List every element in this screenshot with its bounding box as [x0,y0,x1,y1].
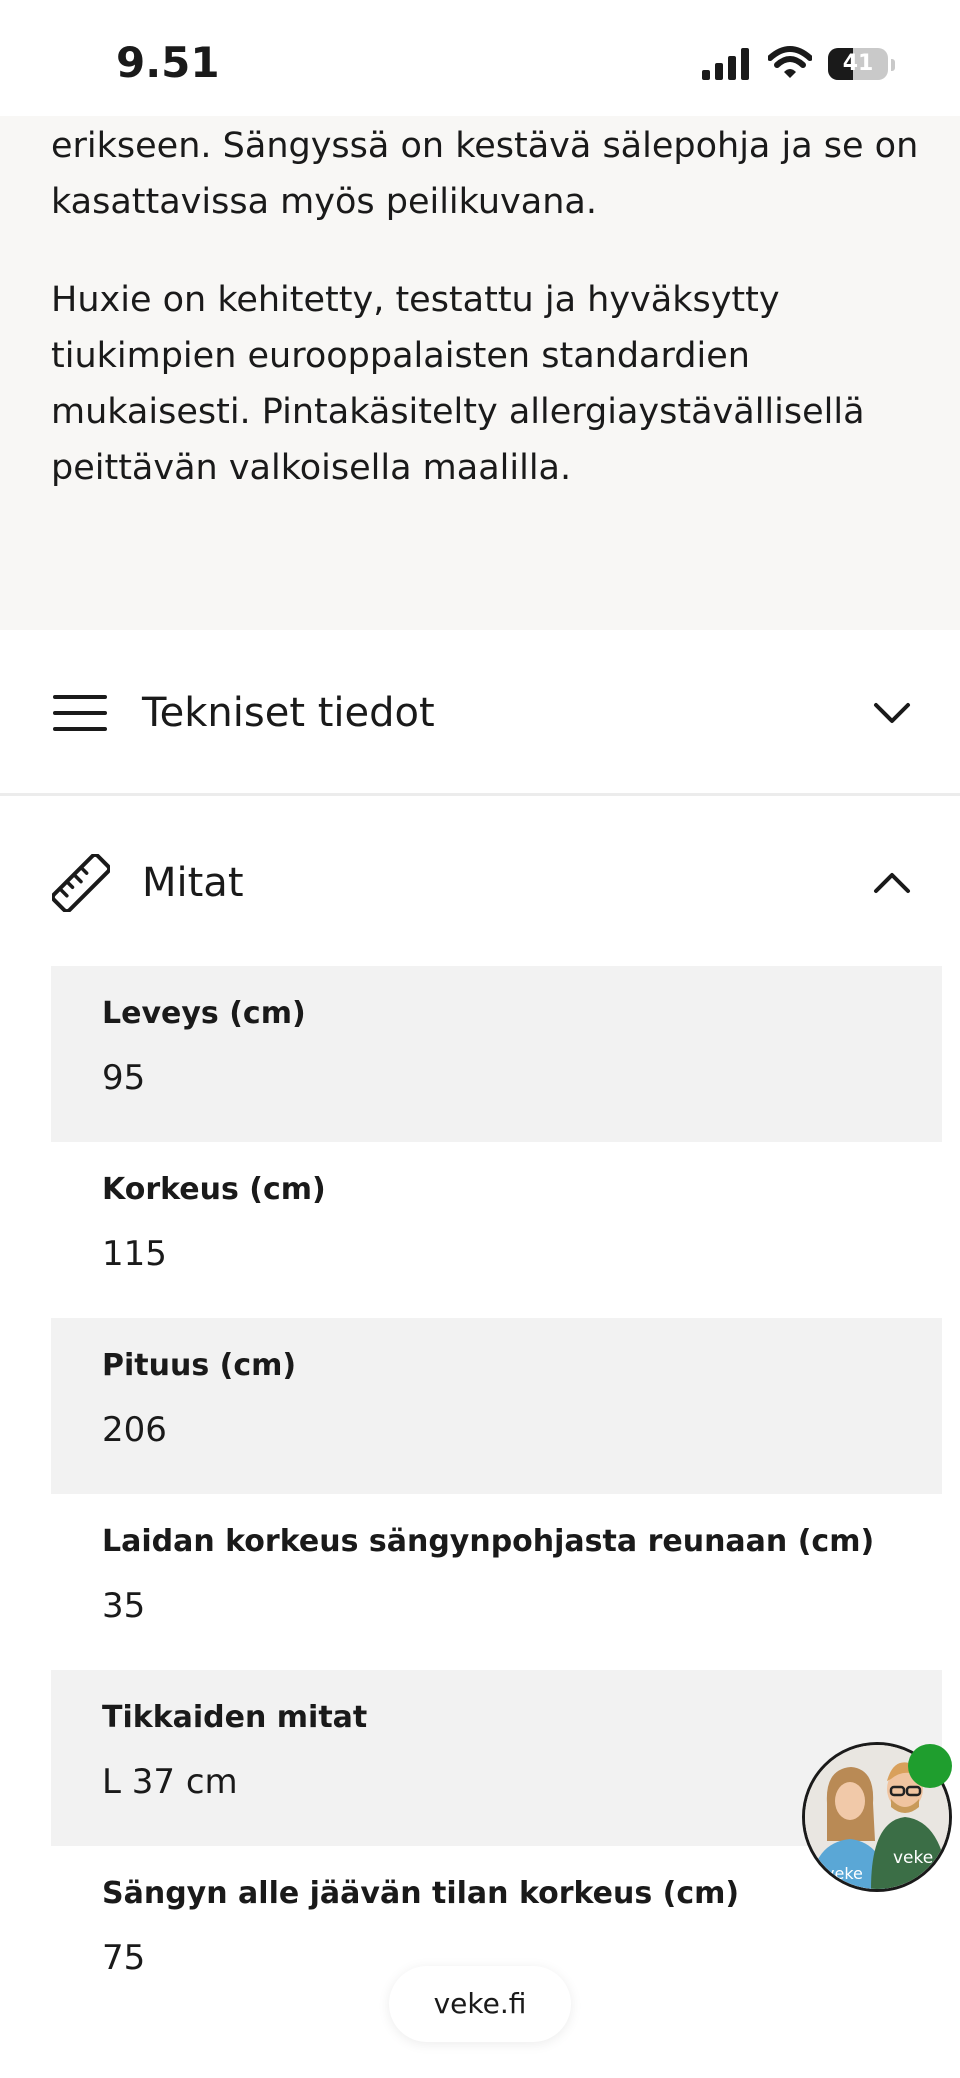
dimension-label: Korkeus (cm) [102,1172,326,1207]
dimension-label: Leveys (cm) [102,996,306,1031]
dimension-row: Pituus (cm) 206 [51,1318,942,1494]
battery-level: 41 [842,51,874,76]
accordion-title: Tekniset tiedot [142,690,435,736]
status-bar: 9.51 41 [0,0,960,116]
cellular-signal-icon [702,48,749,80]
dimension-label: Sängyn alle jäävän tilan korkeus (cm) [102,1876,740,1911]
dimension-label: Pituus (cm) [102,1348,297,1383]
chevron-up-icon[interactable] [872,871,912,895]
accordion-tech-specs[interactable]: Tekniset tiedot [0,633,960,796]
browser-url-pill[interactable]: veke.fi [389,1966,571,2042]
dimension-row: Leveys (cm) 95 [51,966,942,1142]
status-time: 9.51 [116,38,220,87]
dimension-value: 35 [102,1586,146,1626]
description-paragraph: erikseen. Sängyssä on kestävä sälepohja … [51,126,919,222]
shirt-text: veke [893,1848,933,1868]
product-description: erikseen. Sängyssä on kestävä sälepohja … [0,116,960,630]
menu-lines-icon [53,695,107,731]
chevron-down-icon[interactable] [872,701,912,725]
dimension-row: Laidan korkeus sängynpohjasta reunaan (c… [51,1494,942,1670]
dimension-value: 206 [102,1410,167,1450]
dimension-value: 95 [102,1058,146,1098]
dimension-value: L 37 cm [102,1762,238,1802]
dimension-value: 75 [102,1938,146,1978]
dimension-row: Korkeus (cm) 115 [51,1142,942,1318]
dimension-label: Tikkaiden mitat [102,1700,368,1735]
online-status-dot [908,1744,952,1788]
dimensions-table: Leveys (cm) 95 Korkeus (cm) 115 Pituus (… [51,966,942,2022]
description-paragraph: Huxie on kehitetty, testattu ja hyväksyt… [51,280,865,488]
accordion-dimensions[interactable]: Mitat [0,800,960,966]
ruler-icon [52,854,110,912]
wifi-icon [768,46,812,78]
accordion-title: Mitat [142,860,244,906]
dimension-label: Laidan korkeus sängynpohjasta reunaan (c… [102,1524,875,1559]
dimension-value: 115 [102,1234,167,1274]
battery-icon: 41 [828,48,896,82]
